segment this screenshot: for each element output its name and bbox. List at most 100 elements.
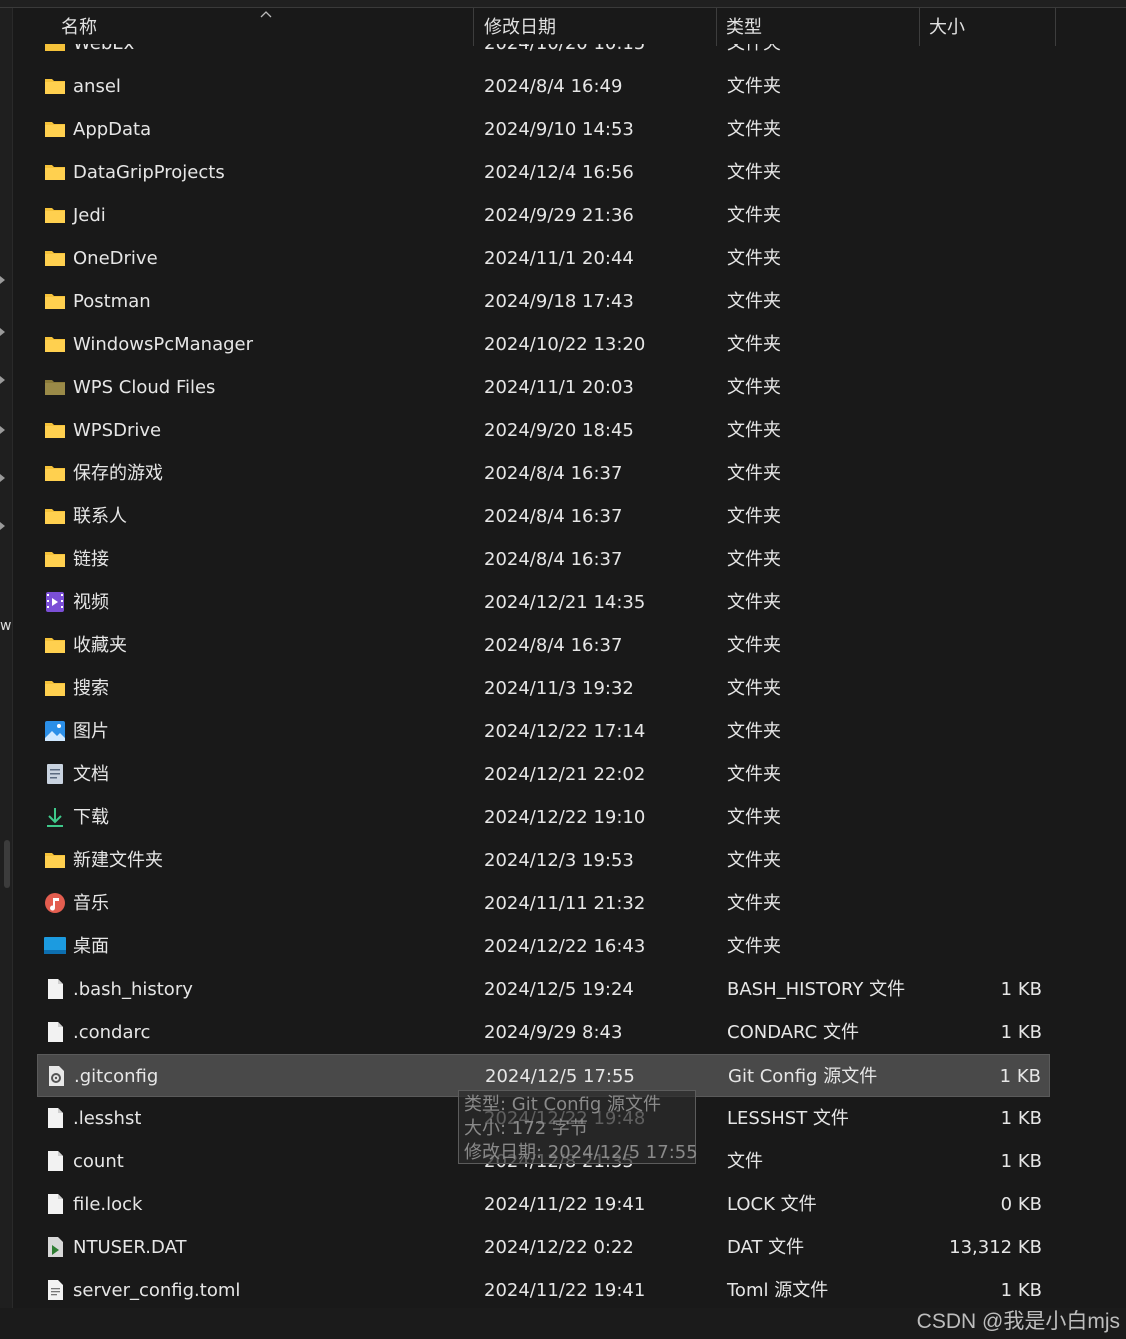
table-row[interactable]: 链接 2024/8/4 16:37 文件夹 bbox=[37, 538, 1050, 581]
column-header-bar: 名称 修改日期 类型 大小 bbox=[13, 8, 1126, 46]
config-file-icon bbox=[49, 1066, 64, 1086]
file-size: 1 KB bbox=[1000, 1022, 1042, 1043]
table-row[interactable]: 下载 2024/12/22 19:10 文件夹 bbox=[37, 796, 1050, 839]
file-type: 文件夹 bbox=[727, 592, 781, 613]
file-date: 2024/12/21 14:35 bbox=[484, 592, 646, 613]
table-row[interactable]: 文档 2024/12/21 22:02 文件夹 bbox=[37, 753, 1050, 796]
text-file-icon bbox=[48, 1280, 63, 1300]
column-divider[interactable] bbox=[473, 8, 474, 46]
table-row[interactable]: WPS Cloud Files 2024/11/1 20:03 文件夹 bbox=[37, 366, 1050, 409]
table-row[interactable]: AppData 2024/9/10 14:53 文件夹 bbox=[37, 108, 1050, 151]
table-row[interactable]: 保存的游戏 2024/8/4 16:37 文件夹 bbox=[37, 452, 1050, 495]
file-name: 音乐 bbox=[73, 893, 109, 914]
file-icon bbox=[48, 1108, 63, 1128]
tooltip-type: 类型: Git Config 源文件 bbox=[464, 1094, 661, 1115]
table-row[interactable]: 图片 2024/12/22 17:14 文件夹 bbox=[37, 710, 1050, 753]
file-date: 2024/11/1 20:44 bbox=[484, 248, 634, 269]
folder-icon bbox=[45, 509, 65, 524]
expand-chevron-icon[interactable] bbox=[0, 276, 5, 284]
table-row[interactable]: 视频 2024/12/21 14:35 文件夹 bbox=[37, 581, 1050, 624]
table-row[interactable]: WPSDrive 2024/9/20 18:45 文件夹 bbox=[37, 409, 1050, 452]
file-info-tooltip: 类型: Git Config 源文件 大小: 172 字节 修改日期: 2024… bbox=[458, 1090, 698, 1164]
table-row[interactable]: file.lock 2024/11/22 19:41 LOCK 文件 0 KB bbox=[37, 1183, 1050, 1226]
table-row[interactable]: 收藏夹 2024/8/4 16:37 文件夹 bbox=[37, 624, 1050, 667]
music-icon bbox=[45, 893, 65, 913]
file-name: WebEx bbox=[73, 44, 134, 65]
file-name: 下载 bbox=[73, 807, 109, 828]
file-type: 文件夹 bbox=[727, 807, 781, 828]
column-header-type[interactable]: 类型 bbox=[726, 8, 762, 46]
table-row[interactable]: 音乐 2024/11/11 21:32 文件夹 bbox=[37, 882, 1050, 925]
file-type: 文件夹 bbox=[727, 205, 781, 226]
file-icon bbox=[48, 1151, 63, 1171]
file-name: OneDrive bbox=[73, 248, 158, 269]
table-row[interactable]: Jedi 2024/9/29 21:36 文件夹 bbox=[37, 194, 1050, 237]
navigation-pane[interactable]: w bbox=[0, 8, 13, 1308]
folder-icon bbox=[45, 79, 65, 94]
file-date: 2024/10/20 10:15 bbox=[484, 44, 645, 65]
file-icon bbox=[48, 979, 63, 999]
table-row[interactable]: .condarc 2024/9/29 8:43 CONDARC 文件 1 KB bbox=[37, 1011, 1050, 1054]
file-name: 保存的游戏 bbox=[73, 463, 163, 484]
table-row[interactable]: WebEx 2024/10/20 10:15 文件夹 bbox=[37, 44, 1050, 65]
file-date: 2024/9/18 17:43 bbox=[484, 291, 634, 312]
file-type: DAT 文件 bbox=[727, 1237, 805, 1258]
file-type: 文件夹 bbox=[727, 893, 781, 914]
folder-icon bbox=[45, 638, 65, 653]
file-date: 2024/9/29 8:43 bbox=[484, 1022, 623, 1043]
column-divider[interactable] bbox=[919, 8, 920, 46]
column-divider[interactable] bbox=[716, 8, 717, 46]
table-row[interactable]: 联系人 2024/8/4 16:37 文件夹 bbox=[37, 495, 1050, 538]
file-size: 1 KB bbox=[1000, 1108, 1042, 1129]
download-icon bbox=[47, 808, 63, 827]
expand-chevron-icon[interactable] bbox=[0, 376, 5, 384]
file-date: 2024/12/4 16:56 bbox=[484, 162, 634, 183]
file-type: BASH_HISTORY 文件 bbox=[727, 979, 906, 1000]
expand-chevron-icon[interactable] bbox=[0, 522, 5, 530]
file-date: 2024/12/22 16:43 bbox=[484, 936, 646, 957]
table-row[interactable]: OneDrive 2024/11/1 20:44 文件夹 bbox=[37, 237, 1050, 280]
table-row[interactable]: NTUSER.DAT 2024/12/22 0:22 DAT 文件 13,312 KB bbox=[37, 1226, 1050, 1269]
file-name: ansel bbox=[73, 76, 121, 97]
table-row[interactable]: WindowsPcManager 2024/10/22 13:20 文件夹 bbox=[37, 323, 1050, 366]
folder-icon bbox=[45, 165, 65, 180]
table-row[interactable]: DataGripProjects 2024/12/4 16:56 文件夹 bbox=[37, 151, 1050, 194]
table-row[interactable]: .bash_history 2024/12/5 19:24 BASH_HISTORY… bbox=[37, 968, 1050, 1011]
file-name: 新建文件夹 bbox=[73, 850, 163, 871]
column-header-date[interactable]: 修改日期 bbox=[484, 8, 556, 46]
expand-chevron-icon[interactable] bbox=[0, 426, 5, 434]
table-row[interactable]: server_config.toml 2024/11/22 19:41 Toml 源… bbox=[37, 1269, 1050, 1308]
column-header-size[interactable]: 大小 bbox=[929, 8, 965, 46]
file-name: AppData bbox=[73, 119, 152, 140]
file-name: 联系人 bbox=[73, 506, 127, 527]
file-type: 文件夹 bbox=[727, 678, 781, 699]
sort-ascending-icon bbox=[260, 11, 272, 18]
column-header-name[interactable]: 名称 bbox=[61, 8, 97, 46]
file-date: 2024/11/22 19:41 bbox=[484, 1194, 646, 1215]
file-size: 13,312 KB bbox=[949, 1237, 1042, 1258]
file-size: 1 KB bbox=[1000, 1280, 1042, 1301]
file-type: Git Config 源文件 bbox=[728, 1066, 878, 1087]
folder-icon bbox=[45, 681, 65, 696]
folder-icon bbox=[45, 251, 65, 266]
file-name: Postman bbox=[73, 291, 151, 312]
file-type: 文件夹 bbox=[727, 162, 781, 183]
expand-chevron-icon[interactable] bbox=[0, 474, 5, 482]
expand-chevron-icon[interactable] bbox=[0, 328, 5, 336]
table-row[interactable]: Postman 2024/9/18 17:43 文件夹 bbox=[37, 280, 1050, 323]
file-size: 0 KB bbox=[1000, 1194, 1042, 1215]
file-date: 2024/12/3 19:53 bbox=[484, 850, 634, 871]
file-name: .lesshst bbox=[73, 1108, 142, 1129]
file-type: 文件夹 bbox=[727, 721, 781, 742]
column-divider[interactable] bbox=[1055, 8, 1056, 46]
file-date: 2024/11/1 20:03 bbox=[484, 377, 634, 398]
file-name: server_config.toml bbox=[73, 1280, 241, 1301]
folder-icon bbox=[45, 552, 65, 567]
file-date: 2024/9/29 21:36 bbox=[484, 205, 634, 226]
table-row[interactable]: 新建文件夹 2024/12/3 19:53 文件夹 bbox=[37, 839, 1050, 882]
file-type: 文件夹 bbox=[727, 119, 781, 140]
table-row[interactable]: 搜索 2024/11/3 19:32 文件夹 bbox=[37, 667, 1050, 710]
table-row[interactable]: ansel 2024/8/4 16:49 文件夹 bbox=[37, 65, 1050, 108]
nav-scrollbar[interactable] bbox=[4, 840, 10, 888]
table-row[interactable]: 桌面 2024/12/22 16:43 文件夹 bbox=[37, 925, 1050, 968]
